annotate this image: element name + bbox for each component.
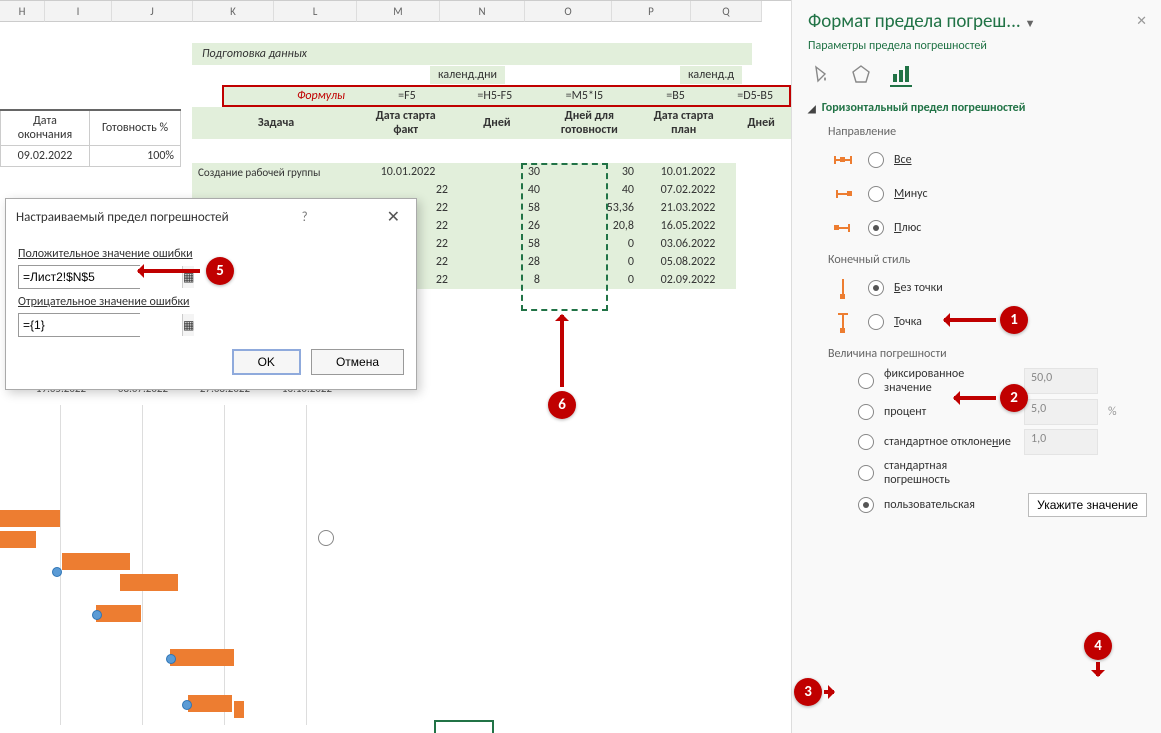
- callout-1: 1: [1000, 306, 1028, 334]
- effects-tab-icon[interactable]: [850, 63, 872, 85]
- column-headers: H I J K L M N O P Q: [0, 1, 762, 22]
- gantt-point: [166, 654, 176, 664]
- dialog-title: Настраиваемый предел погрешностей: [16, 210, 229, 225]
- callout-3: 3: [794, 678, 822, 706]
- direction-label: Направление: [828, 125, 1147, 139]
- gantt-bar: [0, 531, 36, 548]
- callout-5: 5: [206, 257, 234, 285]
- data-prep-title: Подготовка данных: [192, 43, 752, 65]
- gantt-bar: [120, 574, 178, 591]
- pane-title: Формат предела погреш...▼ ✕: [808, 10, 1147, 33]
- dir-plus[interactable]: Плюс: [828, 213, 1147, 243]
- calendar-label-2: календ.д: [680, 66, 742, 84]
- range-picker-icon[interactable]: ▦: [182, 314, 194, 336]
- negative-value-field[interactable]: [19, 314, 182, 336]
- amt-stddev[interactable]: стандартное отклонение1,0: [828, 429, 1147, 455]
- amt-fixed[interactable]: фиксированное значение50,0: [828, 367, 1147, 395]
- worksheet[interactable]: H I J K L M N O P Q Подготовка данных ка…: [0, 0, 791, 733]
- pane-subtitle: Параметры предела погрешностей: [808, 39, 1147, 53]
- amt-stderr[interactable]: стандартная погрешность: [828, 459, 1147, 487]
- gantt-point: [182, 700, 192, 710]
- small-table: Дата окончанияГотовность % 09.02.2022100…: [0, 109, 181, 167]
- prep-headers: Задача Дата старта факт Дней Дней для го…: [192, 107, 791, 139]
- callout-4: 4: [1084, 632, 1112, 660]
- positive-input[interactable]: ▦: [18, 265, 140, 289]
- calendar-label: календ.дни: [430, 66, 505, 84]
- custom-error-bars-dialog: Настраиваемый предел погрешностей ? ✕ По…: [5, 198, 417, 390]
- section-horizontal[interactable]: ◢Горизонтальный предел погрешностей: [808, 101, 1147, 115]
- dir-minus[interactable]: Минус: [828, 179, 1147, 209]
- dir-all[interactable]: Все: [828, 145, 1147, 175]
- ok-button[interactable]: OK: [232, 349, 301, 375]
- end-cap[interactable]: Точка: [828, 307, 1147, 337]
- gantt-bar: [0, 510, 60, 527]
- gantt-point: [52, 567, 62, 577]
- selected-range: [521, 163, 608, 311]
- endstyle-label: Конечный стиль: [828, 253, 1147, 267]
- gantt-bar: [96, 605, 141, 622]
- pane-tabs: [810, 63, 1147, 87]
- callout-6: 6: [548, 391, 576, 419]
- amount-label: Величина погрешности: [828, 347, 1147, 361]
- end-nocap[interactable]: Без точки: [828, 273, 1147, 303]
- format-error-bars-pane: Формат предела погреш...▼ ✕ Параметры пр…: [791, 0, 1161, 733]
- cancel-button[interactable]: Отмена: [311, 349, 404, 375]
- callout-2: 2: [1000, 384, 1028, 412]
- specify-value-button[interactable]: Укажите значение: [1028, 493, 1147, 517]
- amt-percent[interactable]: процент5,0%: [828, 399, 1147, 425]
- gantt-bar: [234, 701, 244, 718]
- amt-custom[interactable]: пользовательскаяУкажите значение: [828, 493, 1147, 517]
- error-bars-tab-icon[interactable]: [890, 63, 912, 87]
- negative-label: Отрицательное значение ошибки: [18, 295, 404, 309]
- fill-tab-icon[interactable]: [810, 63, 832, 85]
- close-pane-icon[interactable]: ✕: [1136, 14, 1147, 29]
- gantt-bar: [62, 553, 130, 570]
- help-button[interactable]: ?: [292, 210, 318, 225]
- negative-input[interactable]: ▦: [18, 313, 140, 337]
- gantt-bar: [170, 649, 234, 666]
- gantt-point: [92, 610, 102, 620]
- close-icon[interactable]: ✕: [381, 207, 406, 227]
- formulas-row: Формулы =F5 =H5-F5 =M5*I5 =B5 =D5-B5: [222, 85, 791, 107]
- gantt-bar: [188, 695, 232, 712]
